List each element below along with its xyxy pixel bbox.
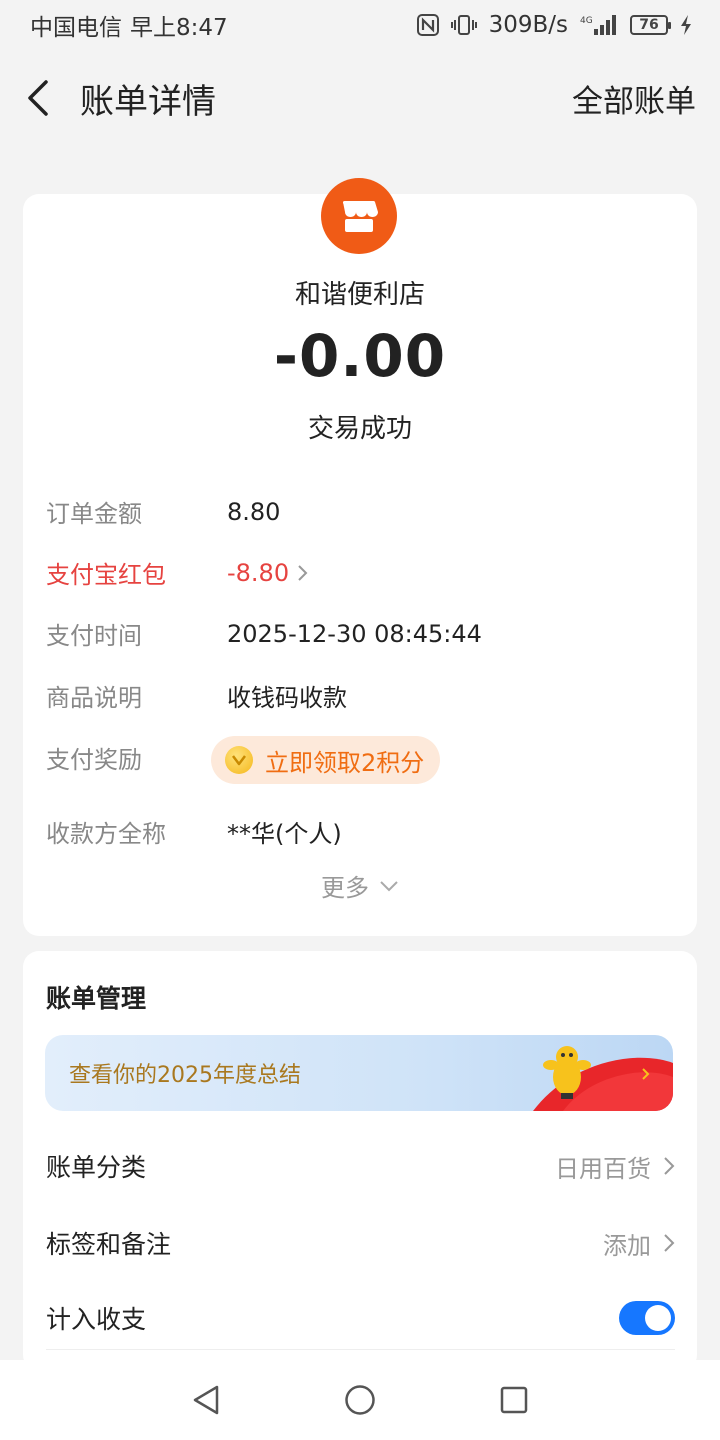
detail-row-order-amount: 订单金额 8.80	[46, 494, 677, 529]
chevron-right-icon	[664, 1157, 675, 1175]
detail-label: 支付宝红包	[46, 561, 166, 589]
transaction-card: 和谐便利店 -0.00 交易成功 订单金额 8.80 支付宝红包 -8.80 支…	[23, 178, 697, 936]
banner-label: 查看你的2025年度总结	[69, 1063, 301, 1088]
detail-row-pay-time: 支付时间 2025-12-30 08:45:44	[46, 616, 677, 651]
triangle-back-icon	[193, 1385, 219, 1415]
merchant-name: 和谐便利店	[294, 280, 425, 310]
detail-value: 8.80	[227, 497, 281, 526]
divider	[46, 1349, 675, 1350]
battery-icon: 76	[630, 15, 671, 35]
status-bar: 中国电信 早上8:47 309B/s 4G 76	[0, 0, 720, 50]
detail-value-wrap: -8.80	[227, 559, 309, 587]
store-icon[interactable]	[321, 178, 397, 254]
detail-value: 收钱码收款	[227, 684, 347, 712]
square-recents-icon	[500, 1386, 528, 1414]
points-coin-icon	[225, 746, 253, 774]
detail-value: -8.80	[227, 558, 290, 587]
detail-value: **华(个人)	[227, 820, 342, 848]
svg-text:4G: 4G	[580, 16, 593, 26]
nav-recents-button[interactable]	[490, 1376, 538, 1424]
detail-label: 商品说明	[46, 684, 142, 712]
chevron-right-icon	[298, 564, 308, 581]
carrier-label: 中国电信	[30, 15, 122, 41]
all-bills-link[interactable]: 全部账单	[572, 76, 696, 121]
charging-icon	[680, 14, 692, 36]
detail-row-red-packet[interactable]: 支付宝红包 -8.80	[46, 555, 677, 590]
status-time: 早上8:47	[130, 15, 228, 41]
nav-home-button[interactable]	[336, 1376, 384, 1424]
mascot-illustration	[533, 1046, 673, 1111]
back-button[interactable]	[24, 76, 56, 120]
system-nav-bar	[0, 1360, 720, 1440]
row-value: 日用百货	[555, 1154, 651, 1183]
nav-back-button[interactable]	[182, 1376, 230, 1424]
battery-level: 76	[639, 17, 659, 33]
detail-row-reward: 支付奖励 立即领取2积分	[46, 736, 677, 784]
section-title: 账单管理	[46, 984, 147, 1013]
annual-summary-banner[interactable]: 查看你的2025年度总结	[45, 1035, 673, 1111]
detail-label: 支付时间	[46, 622, 142, 650]
detail-label: 订单金额	[46, 500, 142, 528]
header: 账单详情 全部账单	[0, 56, 720, 140]
nfc-icon	[416, 14, 439, 36]
page-title: 账单详情	[80, 81, 216, 122]
network-speed: 309B/s	[488, 12, 568, 38]
bill-management-card: 账单管理 查看你的2025年度总结 账单分类 日用百货 标签和备注 添加 计入收…	[23, 951, 697, 1371]
tags-notes-row[interactable]: 标签和备注 添加	[46, 1213, 675, 1273]
row-label: 标签和备注	[46, 1230, 172, 1259]
4g-signal-icon: 4G	[580, 14, 618, 36]
vibrate-icon	[450, 14, 477, 36]
include-in-stats-toggle[interactable]	[619, 1301, 675, 1335]
transaction-amount: -0.00	[273, 322, 447, 390]
bill-category-row[interactable]: 账单分类 日用百货	[46, 1136, 675, 1196]
circle-home-icon	[345, 1385, 375, 1415]
chevron-left-icon	[28, 80, 48, 116]
chevron-down-icon	[380, 880, 398, 891]
detail-row-payee: 收款方全称 **华(个人)	[46, 814, 677, 849]
detail-value: 2025-12-30 08:45:44	[227, 619, 482, 648]
row-label: 计入收支	[46, 1305, 147, 1334]
more-label: 更多	[321, 874, 369, 902]
row-value: 添加	[603, 1231, 651, 1260]
detail-row-description: 商品说明 收钱码收款	[46, 678, 677, 713]
chevron-right-icon	[664, 1234, 675, 1252]
more-button[interactable]: 更多	[23, 868, 697, 903]
transaction-status: 交易成功	[307, 414, 412, 444]
row-label: 账单分类	[46, 1153, 147, 1182]
claim-points-label: 立即领取2积分	[265, 748, 425, 777]
include-in-stats-row: 计入收支	[46, 1288, 675, 1348]
claim-points-button[interactable]: 立即领取2积分	[211, 736, 441, 784]
detail-label: 支付奖励	[46, 746, 142, 774]
detail-label: 收款方全称	[46, 820, 166, 848]
